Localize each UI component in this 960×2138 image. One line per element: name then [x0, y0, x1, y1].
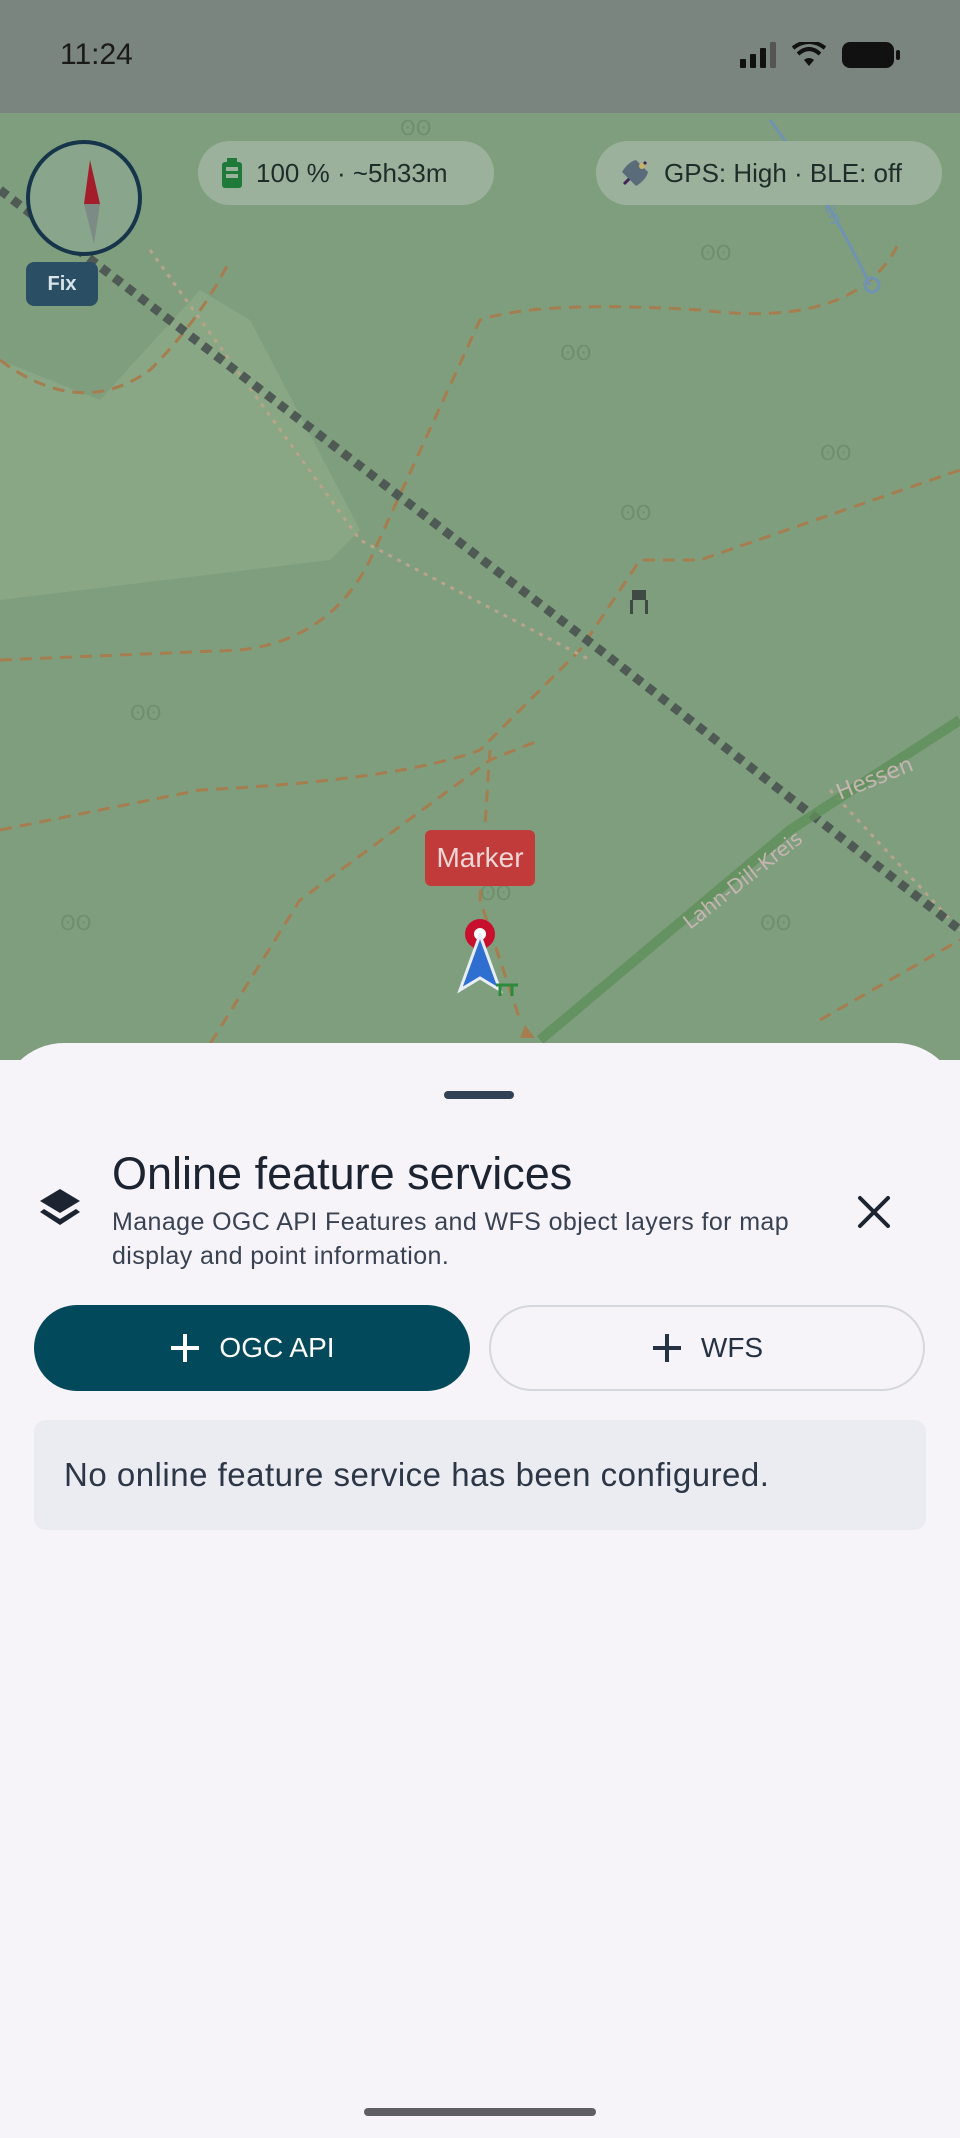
empty-state-card: No online feature service has been confi…	[34, 1420, 926, 1530]
footpaths	[148, 249, 960, 932]
marker-label[interactable]: Marker	[425, 830, 535, 886]
status-time: 11:24	[60, 38, 133, 71]
svg-text:ʘʘ: ʘʘ	[60, 911, 91, 935]
wifi-icon	[792, 42, 826, 66]
gps-chip[interactable]: GPS: High · BLE: off	[596, 141, 942, 205]
gps-chip-text: GPS: High · BLE: off	[664, 157, 902, 188]
add-ogc-api-label: OGC API	[219, 1332, 335, 1363]
map-label-hessen: Hessen	[833, 752, 917, 805]
battery-chip-text: 100 % · ~5h33m	[256, 157, 448, 188]
hunting-stand-icon	[630, 590, 648, 614]
location-arrow-icon	[457, 930, 503, 994]
compass-button[interactable]	[26, 140, 142, 256]
add-wfs-label: WFS	[700, 1332, 764, 1363]
home-indicator[interactable]	[364, 2108, 596, 2116]
svg-text:ʘʘ: ʘʘ	[700, 241, 731, 265]
sheet-drag-handle[interactable]	[444, 1091, 514, 1099]
svg-text:ʘʘ: ʘʘ	[130, 701, 161, 725]
close-icon[interactable]	[852, 1190, 896, 1234]
plus-icon	[652, 1334, 681, 1362]
empty-state-message: No online feature service has been confi…	[64, 1456, 770, 1493]
battery-chip[interactable]: 100 % · ~5h33m	[198, 141, 494, 205]
status-bar: 11:24	[0, 0, 960, 113]
sheet-title: Online feature services	[112, 1148, 573, 1199]
add-wfs-button[interactable]: WFS	[489, 1305, 925, 1391]
battery-level-icon	[222, 158, 242, 188]
svg-text:ʘʘ: ʘʘ	[760, 911, 791, 935]
add-ogc-api-button[interactable]: OGC API	[34, 1305, 470, 1391]
status-icons	[740, 40, 900, 70]
svg-text:ʘʘ: ʘʘ	[620, 501, 651, 525]
svg-text:ʘʘ: ʘʘ	[560, 341, 591, 365]
layers-icon	[40, 1189, 80, 1225]
fix-badge[interactable]: Fix	[26, 262, 98, 306]
compass-needle-icon	[84, 160, 100, 244]
sheet-subtitle: Manage OGC API Features and WFS object l…	[112, 1208, 790, 1270]
plus-icon	[171, 1334, 200, 1362]
battery-icon	[842, 42, 900, 68]
trail-arrow	[520, 1025, 535, 1038]
cellular-signal-icon	[740, 42, 776, 68]
svg-text:ʘʘ: ʘʘ	[400, 116, 431, 140]
svg-text:ʘʘ: ʘʘ	[820, 441, 851, 465]
picnic-icon	[496, 983, 518, 996]
satellite-dish-icon	[622, 160, 648, 186]
